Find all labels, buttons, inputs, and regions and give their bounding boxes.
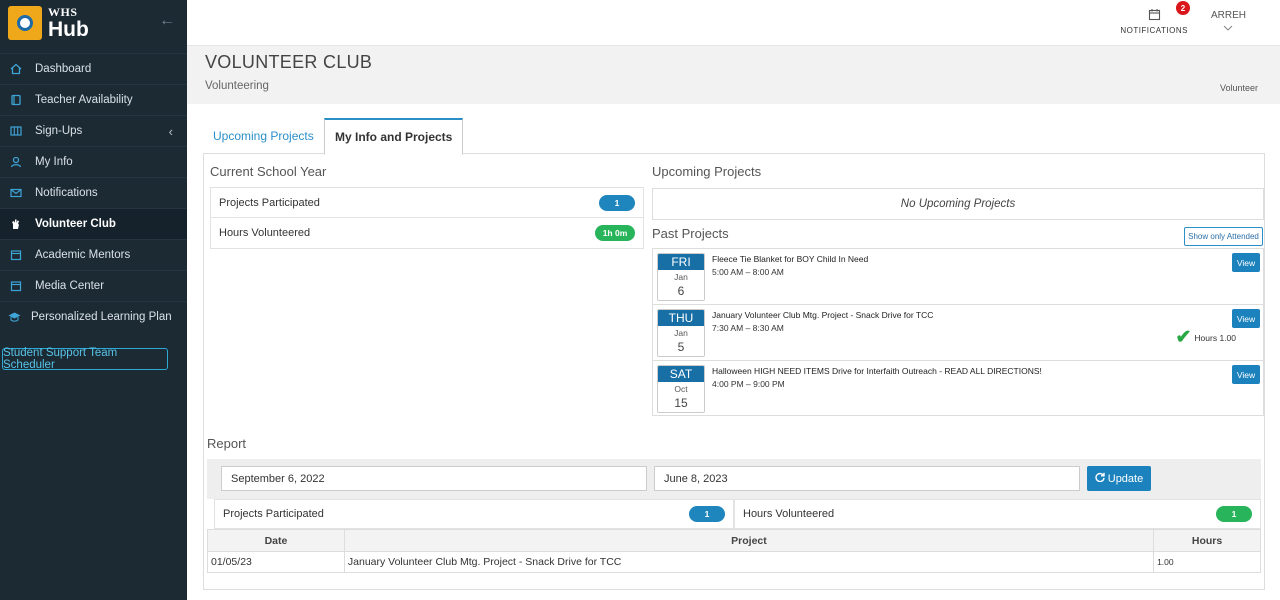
sidebar-item-media-center[interactable]: Media Center — [0, 270, 187, 301]
report-hours-badge: 1 — [1216, 506, 1252, 522]
list-item: SAT Oct 15 Halloween HIGH NEED ITEMS Dri… — [653, 361, 1263, 415]
notifications-badge: 2 — [1176, 1, 1190, 15]
report-hours-volunteered: Hours Volunteered 1 — [734, 499, 1261, 529]
home-icon — [9, 63, 22, 76]
chevron-down-icon — [1211, 22, 1246, 34]
project-time: 5:00 AM – 8:00 AM — [712, 267, 784, 277]
list-item: THU Jan 5 January Volunteer Club Mtg. Pr… — [653, 305, 1263, 361]
project-name: January Volunteer Club Mtg. Project - Sn… — [712, 310, 934, 320]
projects-count-badge: 1 — [599, 194, 635, 211]
table-row: 01/05/23 January Volunteer Club Mtg. Pro… — [207, 551, 1261, 573]
view-button[interactable]: View — [1232, 365, 1260, 384]
attended-hours: ✔ Hours 1.00 — [1175, 327, 1236, 348]
column-hours[interactable]: Hours — [1153, 529, 1261, 552]
arrow-left-icon[interactable]: ← — [159, 12, 175, 30]
checkmark-icon: ✔ — [1175, 327, 1192, 348]
sidebar-item-teacher-availability[interactable]: Teacher Availability — [0, 84, 187, 115]
book-icon — [9, 94, 22, 107]
envelope-icon — [9, 187, 22, 200]
sidebar-item-personalized-learning-plan[interactable]: Personalized Learning Plan — [0, 301, 187, 332]
table-header-row: Date Project Hours — [207, 529, 1261, 552]
graduation-cap-icon — [8, 311, 21, 324]
sidebar-nav: Dashboard Teacher Availability Sign-Ups … — [0, 53, 187, 332]
cell-hours: 1.00 — [1153, 551, 1261, 573]
sidebar-item-sign-ups[interactable]: Sign-Ups ‹ — [0, 115, 187, 146]
refresh-icon — [1095, 472, 1105, 485]
hours-badge: 1h 0m — [595, 225, 635, 241]
date-card: FRI Jan 6 — [657, 253, 705, 301]
past-projects-title: Past Projects — [652, 226, 729, 241]
page-title: VOLUNTEER CLUB — [205, 52, 373, 72]
projects-participated-row: Projects Participated 1 — [211, 188, 643, 218]
update-button[interactable]: Update — [1087, 466, 1151, 491]
cell-project: January Volunteer Club Mtg. Project - Sn… — [343, 551, 1155, 573]
end-date-input[interactable]: June 8, 2023 — [654, 466, 1080, 491]
sidebar-item-dashboard[interactable]: Dashboard — [0, 53, 187, 84]
notifications-label: NOTIFICATIONS — [1120, 26, 1188, 35]
brand-big: Hub — [48, 18, 89, 41]
calendar-icon — [9, 280, 22, 293]
list-item: FRI Jan 6 Fleece Tie Blanket for BOY Chi… — [653, 249, 1263, 305]
project-time: 7:30 AM – 8:30 AM — [712, 323, 784, 333]
sidebar-item-volunteer-club[interactable]: Volunteer Club — [0, 208, 187, 239]
tab-upcoming-projects[interactable]: Upcoming Projects — [203, 118, 324, 154]
chevron-left-icon[interactable]: ‹ — [169, 124, 173, 139]
hours-volunteered-row: Hours Volunteered 1h 0m — [211, 218, 643, 248]
user-menu[interactable]: ARREH — [1211, 10, 1246, 34]
current-year-title: Current School Year — [210, 164, 327, 179]
brand[interactable]: WHS Hub ← — [0, 0, 187, 46]
logo-icon — [8, 6, 42, 40]
project-name: Halloween HIGH NEED ITEMS Drive for Inte… — [712, 366, 1042, 376]
date-card: SAT Oct 15 — [657, 365, 705, 413]
show-only-attended-button[interactable]: Show only Attended — [1184, 227, 1263, 246]
sidebar-item-my-info[interactable]: My Info — [0, 146, 187, 177]
report-projects-badge: 1 — [689, 506, 725, 522]
user-name: ARREH — [1210, 10, 1246, 21]
column-project[interactable]: Project — [343, 529, 1155, 552]
sidebar: WHS Hub ← Dashboard Teacher Availability… — [0, 0, 187, 600]
report-stats: Projects Participated 1 Hours Volunteere… — [214, 499, 1261, 529]
past-projects-list: FRI Jan 6 Fleece Tie Blanket for BOY Chi… — [652, 248, 1264, 416]
tab-my-info-and-projects[interactable]: My Info and Projects — [324, 118, 464, 155]
no-upcoming-message: No Upcoming Projects — [652, 188, 1264, 220]
topbar: NOTIFICATIONS 2 ARREH — [187, 0, 1280, 46]
cell-date: 01/05/23 — [207, 551, 345, 573]
date-card: THU Jan 5 — [657, 309, 705, 357]
report-filter-bar: September 6, 2022 June 8, 2023 Update — [207, 459, 1261, 499]
current-year-stats: Projects Participated 1 Hours Volunteere… — [210, 187, 644, 249]
upcoming-projects-title: Upcoming Projects — [652, 164, 762, 179]
column-date[interactable]: Date — [207, 529, 345, 552]
project-time: 4:00 PM – 9:00 PM — [712, 379, 785, 389]
notifications-button[interactable]: NOTIFICATIONS 2 — [1120, 1, 1190, 35]
student-support-scheduler-button[interactable]: Student Support Team Scheduler — [2, 347, 168, 371]
view-button[interactable]: View — [1232, 253, 1260, 272]
sidebar-item-academic-mentors[interactable]: Academic Mentors — [0, 239, 187, 270]
columns-icon — [9, 125, 22, 138]
calendar-icon — [9, 249, 22, 262]
report-projects-participated: Projects Participated 1 — [214, 499, 734, 529]
user-role: Volunteer — [1219, 83, 1258, 93]
project-name: Fleece Tie Blanket for BOY Child In Need — [712, 254, 869, 264]
report-table: Date Project Hours 01/05/23 January Volu… — [207, 529, 1261, 573]
hand-icon — [9, 218, 22, 231]
brand-small: WHS — [48, 5, 78, 19]
page-header: VOLUNTEER CLUB Volunteering Volunteer — [187, 46, 1280, 104]
report-title: Report — [207, 436, 247, 451]
sidebar-item-notifications[interactable]: Notifications — [0, 177, 187, 208]
user-icon — [9, 156, 22, 169]
page-subtitle: Volunteering — [205, 80, 269, 92]
start-date-input[interactable]: September 6, 2022 — [221, 466, 647, 491]
view-button[interactable]: View — [1232, 309, 1260, 328]
tab-bar: Upcoming Projects My Info and Projects — [203, 118, 1265, 155]
